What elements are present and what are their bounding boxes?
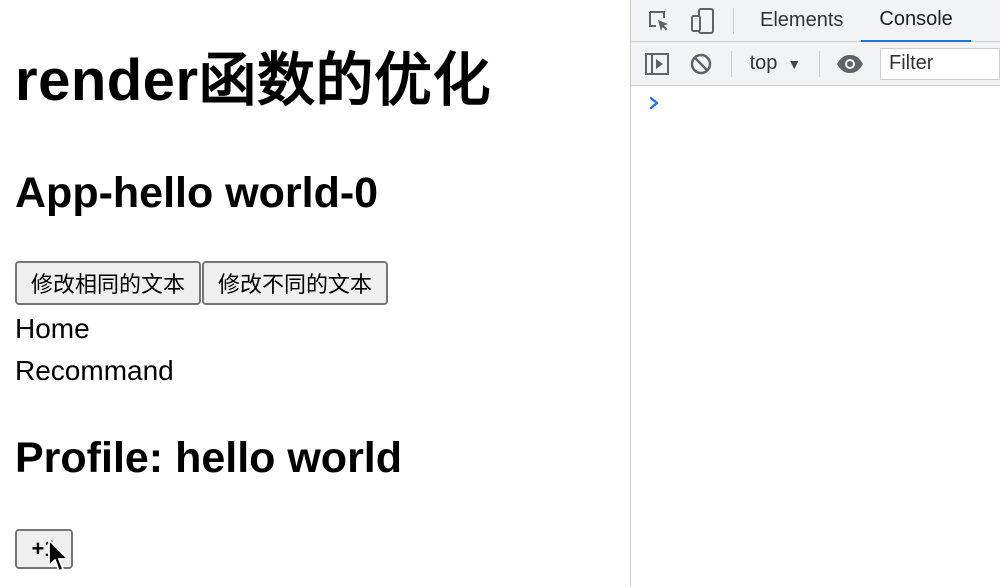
toolbar-separator [733,7,734,34]
devtools-panel: Elements Console top ▼ [630,0,1000,587]
mouse-pointer-icon [48,539,69,572]
change-same-text-button[interactable]: 修改相同的文本 [15,261,202,305]
app-page: render函数的优化 App-hello world-0 修改相同的文本 修改… [0,0,630,587]
inspect-element-icon [649,10,668,31]
clear-console-icon [690,53,711,74]
nav-list: Home Recommand [15,308,174,392]
live-expression-button[interactable] [828,43,872,85]
console-toolbar: top ▼ [631,42,1000,86]
tab-console[interactable]: Console [861,0,971,42]
tab-elements[interactable]: Elements [742,0,861,42]
nav-item-home: Home [15,313,90,344]
toolbar-separator [730,50,732,77]
console-output[interactable] [631,86,1000,586]
inspect-element-button[interactable] [637,0,681,42]
sidebar-toggle-icon [644,52,669,75]
clear-console-button[interactable] [679,43,723,85]
change-different-text-button[interactable]: 修改不同的文本 [202,261,389,305]
screen: render函数的优化 App-hello world-0 修改相同的文本 修改… [0,0,1000,587]
dropdown-caret-icon: ▼ [787,55,802,72]
eye-icon [837,54,864,73]
toolbar-separator [819,50,821,77]
profile-heading: Profile: hello world [15,434,403,482]
console-filter-input[interactable] [880,47,1000,80]
device-toggle-icon [691,7,714,34]
devtools-tabbar: Elements Console [631,0,1000,42]
page-title: render函数的优化 [15,48,492,113]
button-row: 修改相同的文本 修改不同的文本 [15,261,389,305]
device-toolbar-button[interactable] [681,0,725,42]
context-label: top [749,52,778,74]
console-prompt-icon [649,96,659,110]
nav-item-recommand: Recommand [15,355,174,386]
show-sidebar-button[interactable] [635,43,679,85]
context-selector[interactable]: top ▼ [740,42,812,86]
app-heading: App-hello world-0 [15,169,379,217]
